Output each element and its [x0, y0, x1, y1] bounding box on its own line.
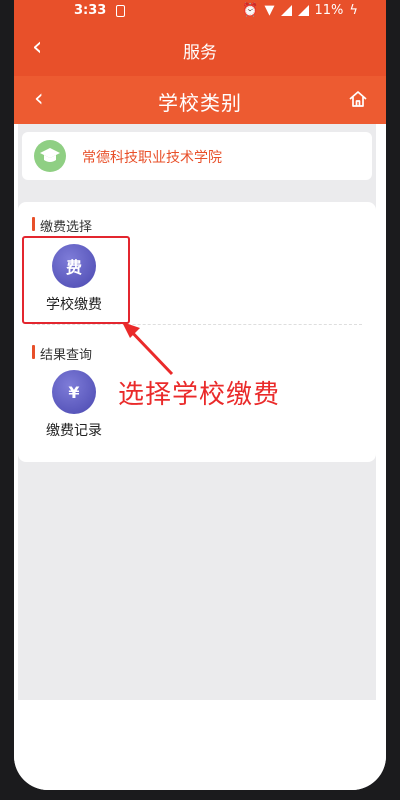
school-name: 常德科技职业技术学院 — [82, 150, 222, 166]
top-app-bar-title: 服务 — [183, 43, 217, 63]
top-app-bar: ‹ 服务 — [14, 24, 386, 76]
battery-level: 11% — [314, 3, 344, 18]
status-bar: 3:33 ⏰ ▼ 11% ϟ — [14, 0, 386, 24]
yuan-icon-text: ¥ — [68, 382, 80, 402]
signal-4g-icon — [297, 5, 309, 16]
yuan-hand-icon: ¥ — [52, 370, 96, 414]
home-icon[interactable] — [348, 89, 368, 109]
nav-bar: ‹ 学校类别 — [14, 76, 386, 124]
signal-icon — [280, 5, 292, 16]
status-time: 3:33 — [74, 3, 107, 18]
alarm-icon: ⏰ — [242, 3, 259, 18]
annotation-arrow-icon — [122, 322, 174, 376]
graduation-cap-icon — [34, 140, 66, 172]
sim-card-icon — [116, 5, 125, 17]
payment-records-tile[interactable]: ¥ 缴费记录 — [34, 370, 114, 440]
bottom-area — [14, 700, 386, 790]
content-area: 常德科技职业技术学院 缴费选择 费 学校缴费 结果查询 ¥ 缴费记录 — [18, 124, 376, 700]
status-indicators: ⏰ ▼ 11% ϟ — [242, 3, 358, 18]
annotation-text: 选择学校缴费 — [118, 380, 281, 410]
charging-icon: ϟ — [349, 3, 358, 18]
wifi-icon: ▼ — [264, 3, 275, 18]
page-title: 学校类别 — [158, 91, 242, 115]
school-card[interactable]: 常德科技职业技术学院 — [22, 132, 372, 180]
payment-records-label: 缴费记录 — [46, 423, 102, 439]
section-title-payment: 缴费选择 — [31, 216, 92, 235]
highlight-box — [22, 236, 130, 324]
section-divider — [32, 324, 362, 325]
section-title-query: 结果查询 — [31, 344, 92, 363]
